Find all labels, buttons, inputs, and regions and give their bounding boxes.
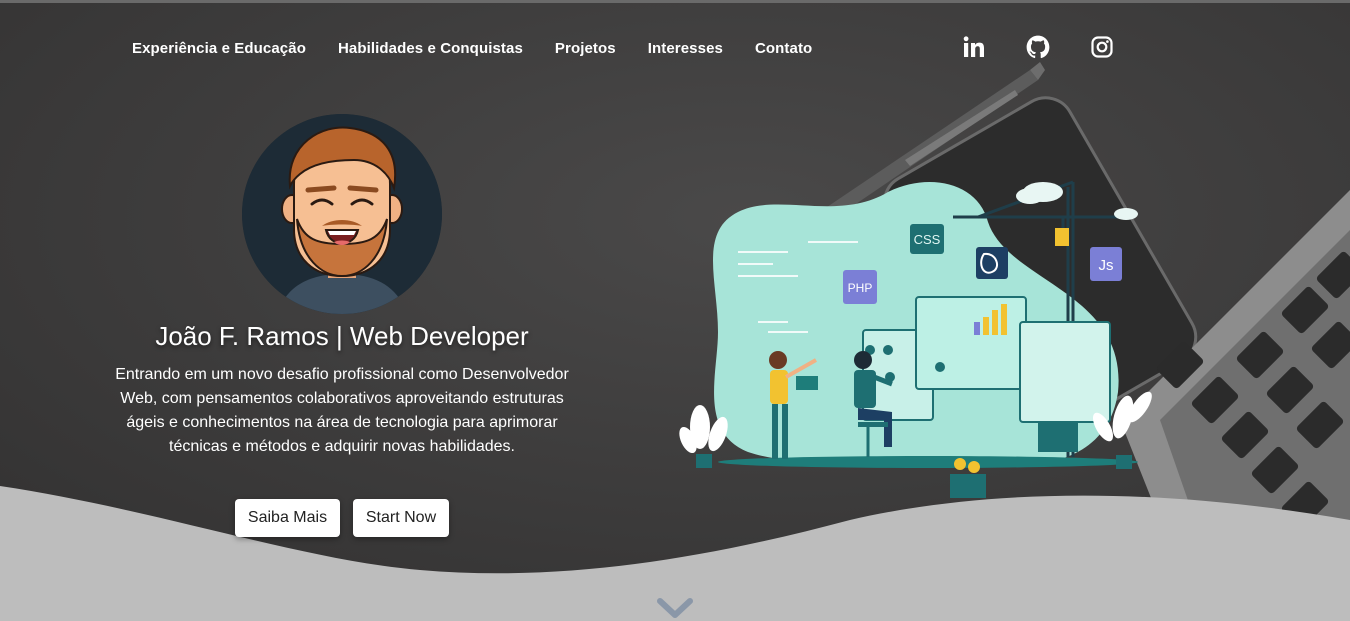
js-badge: Js (1099, 257, 1114, 274)
css-badge: CSS (914, 232, 941, 247)
start-now-button[interactable]: Start Now (353, 499, 449, 537)
nav-item-interesses[interactable]: Interesses (648, 40, 723, 57)
main-nav: Experiência e Educação Habilidades e Con… (132, 36, 844, 60)
top-edge (0, 0, 1350, 3)
developer-illustration: CSS PHP Js (679, 180, 1152, 498)
github-icon[interactable] (1024, 33, 1052, 61)
nav-item-projetos[interactable]: Projetos (555, 40, 616, 57)
php-badge: PHP (848, 281, 873, 295)
saiba-mais-button[interactable]: Saiba Mais (235, 499, 340, 537)
instagram-icon[interactable] (1088, 33, 1116, 61)
hero-section: Experiência e Educação Habilidades e Con… (0, 0, 1350, 621)
nav-item-experiencia[interactable]: Experiência e Educação (132, 40, 306, 57)
avatar (242, 114, 442, 314)
page-title: João F. Ramos | Web Developer (155, 321, 529, 351)
nav-item-contato[interactable]: Contato (755, 40, 812, 57)
social-links (960, 33, 1152, 61)
hero-description: Entrando em um novo desafio profissional… (115, 366, 569, 455)
nav-item-habilidades[interactable]: Habilidades e Conquistas (338, 40, 523, 57)
chevron-down-icon[interactable] (657, 598, 693, 621)
linkedin-icon[interactable] (960, 33, 988, 61)
